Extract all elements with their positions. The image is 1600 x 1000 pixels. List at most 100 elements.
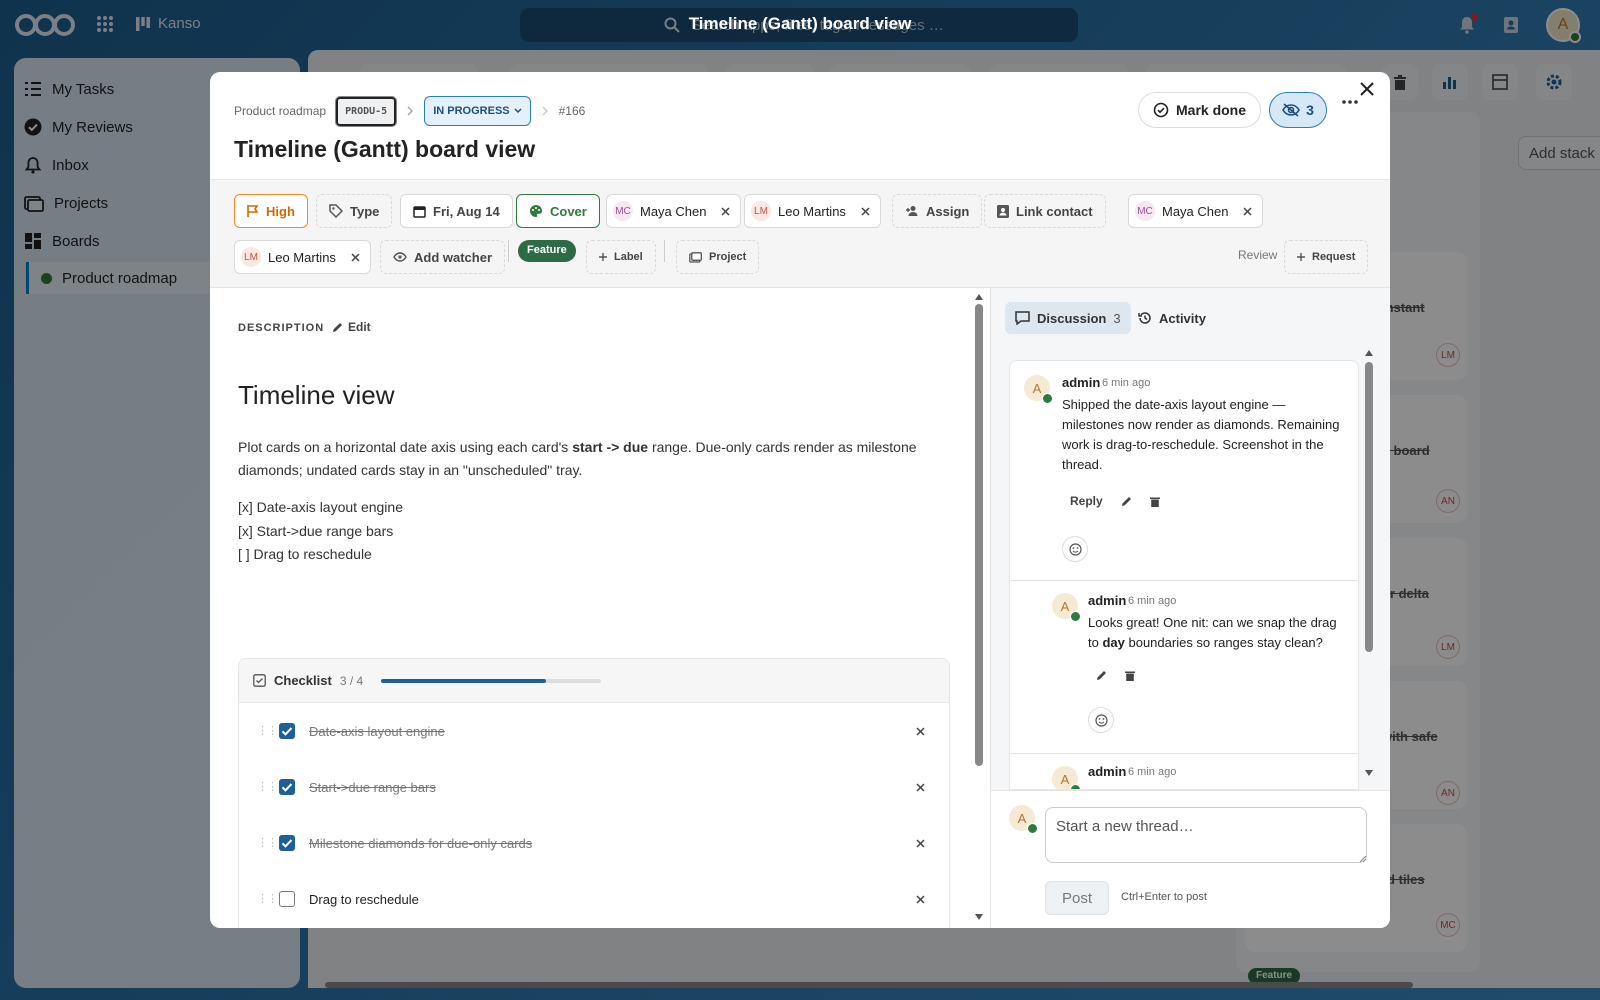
card-number: #166 [558,104,586,118]
chat-bubble-icon [1015,311,1030,325]
card-key-badge[interactable]: PRODU-5 [335,95,398,127]
smiley-icon [1068,542,1082,556]
smiley-icon [1094,713,1108,727]
pencil-icon [332,322,343,333]
eye-icon [393,252,407,262]
scroll-up-icon[interactable] [975,294,983,300]
close-icon[interactable] [1360,82,1374,96]
remove-watcher-icon[interactable] [351,252,360,262]
assignee-chip[interactable]: LM Leo Martins [744,194,881,228]
comment-thread: A admin 6 min ago Shipped the date-axis … [1009,360,1359,790]
add-reaction-button[interactable] [1062,536,1088,562]
comment-author: admin [1088,593,1127,608]
cover-chip[interactable]: Cover [516,194,600,228]
comment-author: admin [1062,375,1101,390]
post-button[interactable]: Post [1045,881,1109,915]
due-date-chip[interactable]: Fri, Aug 14 [400,194,513,228]
assignee-chip[interactable]: MC Maya Chen [606,194,742,228]
reply-button[interactable]: Reply [1070,494,1103,508]
description-paragraph: Plot cards on a horizontal date axis usi… [238,436,938,482]
calendar-icon [413,205,426,218]
avatar: LM [751,201,771,221]
checklist-checkbox[interactable] [279,723,295,739]
description-task: [ ] Drag to reschedule [238,546,372,562]
tab-activity[interactable]: Activity [1127,302,1216,334]
watcher-chip[interactable]: MC Maya Chen [1128,194,1264,228]
scrollbar-thumb[interactable] [1365,362,1373,652]
mark-done-button[interactable]: Mark done [1138,92,1262,128]
assign-button[interactable]: Assign [892,194,983,228]
review-label: Review [1238,248,1278,262]
resize-handle-icon[interactable] [1359,855,1367,863]
checklist-item-text[interactable]: Start->due range bars [309,780,436,795]
link-contact-button[interactable]: Link contact [984,194,1106,228]
project-label: Project [709,251,747,263]
checklist-item-text[interactable]: Drag to reschedule [309,892,419,907]
remove-item-icon[interactable] [916,782,925,792]
checklist-item-text[interactable]: Date-axis layout engine [309,724,445,739]
status-label: IN PROGRESS [433,105,510,117]
history-icon [1137,311,1152,325]
remove-item-icon[interactable] [916,894,925,904]
checklist-item-text[interactable]: Milestone diamonds for due-only cards [309,836,532,851]
drag-handle-icon[interactable]: ⋮⋮ [257,782,278,793]
label-tag[interactable]: Feature [518,240,576,262]
scrollbar-thumb[interactable] [975,304,983,766]
request-review-button[interactable]: Request [1284,240,1369,274]
type-chip[interactable]: Type [316,194,393,228]
comment-time: 6 min ago [1102,377,1151,389]
check-circle-icon [1153,102,1169,118]
tab-discussion[interactable]: Discussion 3 [1005,302,1131,334]
watcher-chip[interactable]: LM Leo Martins [234,240,371,274]
description-scrollbar[interactable] [975,294,983,920]
remove-assignee-icon[interactable] [861,206,870,216]
discussion-scrollbar[interactable] [1365,350,1373,776]
online-status-dot [1027,823,1038,834]
edit-label: Edit [348,320,371,334]
trash-icon[interactable] [1125,670,1135,681]
trash-icon[interactable] [1149,496,1160,507]
scroll-down-icon[interactable] [975,914,983,920]
edit-description-button[interactable]: Edit [332,320,371,334]
scroll-up-icon[interactable] [1365,350,1373,356]
folder-icon [689,251,702,263]
comment-actions: Reply [1070,494,1160,508]
checklist-checkbox[interactable] [279,779,295,795]
remove-assignee-icon[interactable] [721,206,731,216]
priority-chip[interactable]: High [234,194,308,228]
drag-handle-icon[interactable]: ⋮⋮ [257,726,278,737]
post-hint: Ctrl+Enter to post [1121,891,1207,903]
new-thread-input[interactable] [1045,807,1367,863]
card-title[interactable]: Timeline (Gantt) board view [234,136,535,163]
remove-watcher-icon[interactable] [1243,206,1253,216]
flag-icon [247,204,259,218]
checklist-checkbox[interactable] [279,891,295,907]
drag-handle-icon[interactable]: ⋮⋮ [257,894,278,905]
checklist-checkbox[interactable] [279,835,295,851]
remove-item-icon[interactable] [916,838,925,848]
more-options-icon[interactable] [1342,100,1358,104]
avatar: A [1052,766,1081,789]
checklist: Checklist 3 / 4 ⋮⋮ Date-axis layout engin… [238,658,950,928]
divider [1010,580,1358,581]
assign-label: Assign [926,203,970,219]
add-reaction-button[interactable] [1088,707,1114,733]
breadcrumb-board[interactable]: Product roadmap [234,104,326,118]
project-button[interactable]: Project [676,240,760,274]
pencil-icon[interactable] [1096,670,1107,681]
chevron-right-icon [406,106,414,116]
remove-item-icon[interactable] [916,726,925,736]
scroll-down-icon[interactable] [1365,770,1373,776]
add-label-button[interactable]: Label [586,240,656,274]
drag-handle-icon[interactable]: ⋮⋮ [257,838,278,849]
watchers-toggle-button[interactable]: 3 [1269,92,1327,128]
avatar: MC [1135,201,1155,221]
comment-author: admin [1088,764,1127,779]
comment-time: 6 min ago [1128,595,1177,607]
status-dropdown[interactable]: IN PROGRESS [424,96,531,126]
checklist-icon [253,674,266,687]
avatar: MC [613,201,633,221]
pencil-icon[interactable] [1121,496,1132,507]
add-watcher-button[interactable]: Add watcher [380,240,506,274]
avatar: A [1024,375,1053,404]
